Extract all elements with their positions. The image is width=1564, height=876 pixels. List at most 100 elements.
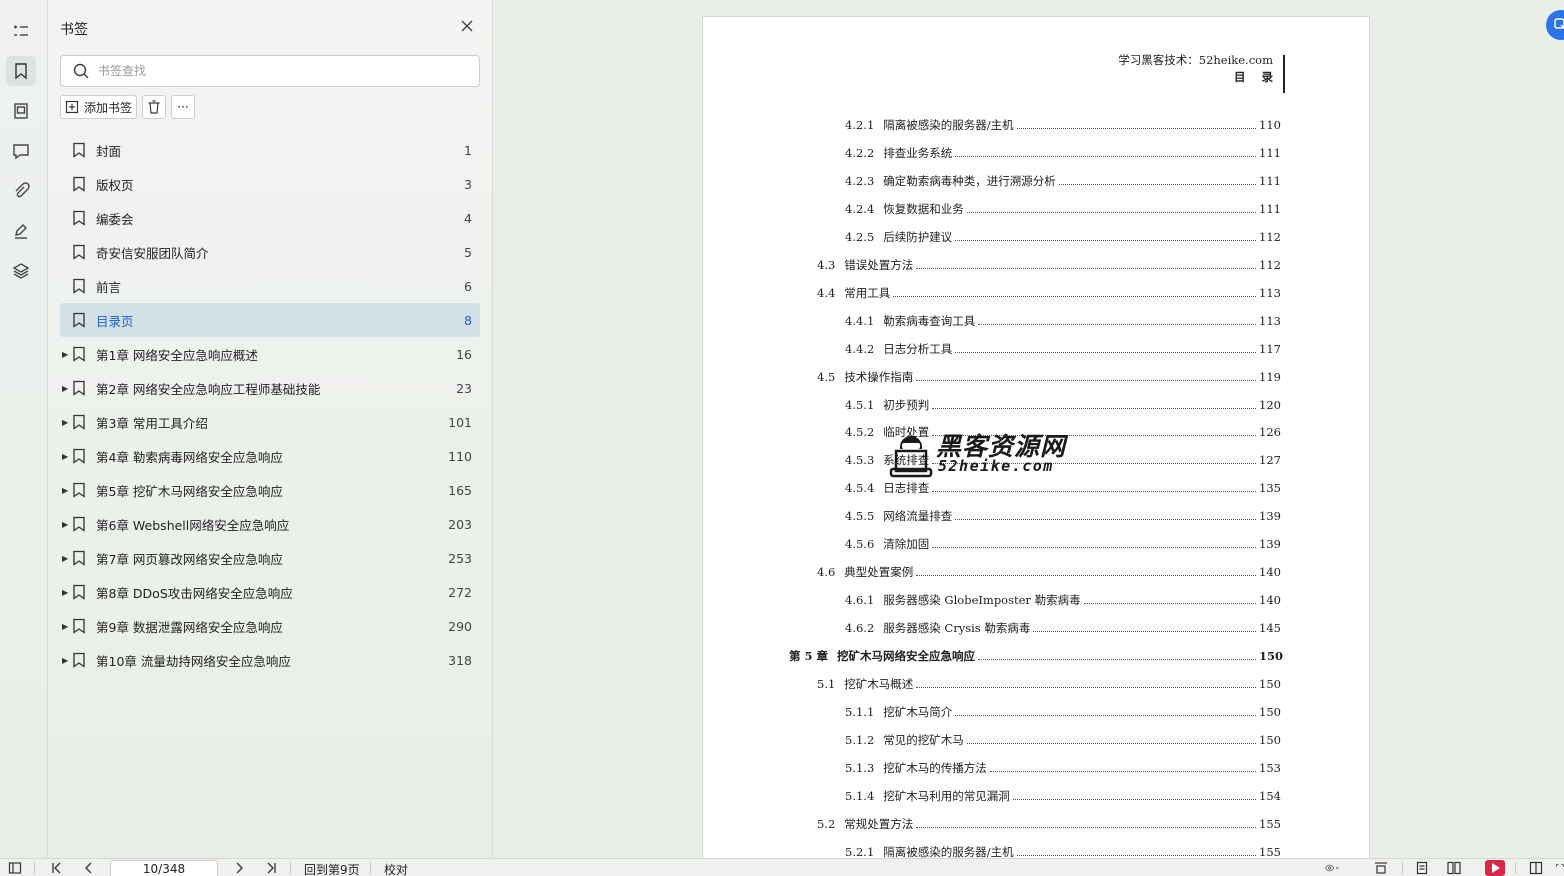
bookmark-icon bbox=[73, 516, 85, 532]
bookmark-item[interactable]: ▶ 第9章 数据泄露网络安全应急响应 290 bbox=[60, 609, 480, 643]
toc-entry[interactable]: 4.6.2 服务器感染 Crysis 勒索病毒 145 bbox=[845, 620, 1281, 636]
toc-leader-dots bbox=[916, 820, 1256, 828]
thumbnail-icon[interactable] bbox=[6, 96, 36, 126]
toc-entry[interactable]: 4.6 典型处置案例 140 bbox=[817, 564, 1281, 580]
attachment-icon[interactable] bbox=[6, 176, 36, 206]
toc-page: 150 bbox=[1259, 649, 1284, 664]
toc-entry[interactable]: 4.2.2 排查业务系统 111 bbox=[845, 145, 1281, 161]
toc-entry[interactable]: 4.5.5 网络流量排查 139 bbox=[845, 508, 1281, 524]
bookmark-label: 第2章 网络安全应急响应工程师基础技能 bbox=[96, 381, 321, 397]
bookmark-item[interactable]: 封面 1 bbox=[60, 133, 480, 167]
bookmark-item[interactable]: ▶ 第6章 Webshell网络安全应急响应 203 bbox=[60, 507, 480, 541]
toc-entry[interactable]: 4.3 错误处置方法 112 bbox=[817, 257, 1281, 273]
bookmark-item[interactable]: 版权页 3 bbox=[60, 167, 480, 201]
expand-arrow-icon[interactable]: ▶ bbox=[62, 554, 70, 563]
bookmark-item[interactable]: ▶ 第2章 网络安全应急响应工程师基础技能 23 bbox=[60, 371, 480, 405]
first-page-icon[interactable] bbox=[48, 860, 66, 876]
toc-entry[interactable]: 5.2 常规处置方法 155 bbox=[817, 816, 1281, 832]
toc-entry[interactable]: 4.2.3 确定勒索病毒种类，进行溯源分析 111 bbox=[845, 173, 1281, 189]
watermark-en: 52heike.com bbox=[938, 457, 1054, 475]
page-number-input[interactable] bbox=[110, 860, 218, 876]
expand-arrow-icon[interactable]: ▶ bbox=[62, 588, 70, 597]
toc-entry[interactable]: 5.1.2 常见的挖矿木马 150 bbox=[845, 732, 1281, 748]
bookmark-list: 封面 1 版权页 3 编委会 4 奇安信安服团队简介 5 前言 6 目录页 8 ▶ 第1章 网络安全应急响… bbox=[60, 133, 480, 677]
comment-icon[interactable] bbox=[6, 136, 36, 166]
bookmark-item[interactable]: ▶ 第5章 挖矿木马网络安全应急响应 165 bbox=[60, 473, 480, 507]
toc-entry[interactable]: 5.2.1 隔离被感染的服务器/主机 155 bbox=[845, 844, 1281, 858]
close-icon[interactable] bbox=[458, 17, 476, 35]
toc-entry[interactable]: 4.4.2 日志分析工具 117 bbox=[845, 341, 1281, 357]
double-page-icon[interactable] bbox=[1445, 860, 1463, 876]
bookmark-item[interactable]: ▶ 第3章 常用工具介绍 101 bbox=[60, 405, 480, 439]
toc-page: 155 bbox=[1259, 816, 1281, 831]
toc-entry[interactable]: 4.2.4 恢复数据和业务 111 bbox=[845, 201, 1281, 217]
toc-title: 错误处置方法 bbox=[844, 257, 914, 272]
bookmark-label: 第10章 流量劫持网络安全应急响应 bbox=[96, 653, 291, 669]
bookmark-item[interactable]: 奇安信安服团队简介 5 bbox=[60, 235, 480, 269]
toc-icon[interactable] bbox=[6, 16, 36, 46]
back-to-page-button[interactable]: 回到第9页 bbox=[304, 861, 360, 876]
bookmark-item[interactable]: 编委会 4 bbox=[60, 201, 480, 235]
toc-page: 139 bbox=[1259, 537, 1281, 552]
toc-number: 4.3 bbox=[817, 257, 836, 272]
toc-entry[interactable]: 4.2.5 后续防护建议 112 bbox=[845, 229, 1281, 245]
layers-icon[interactable] bbox=[6, 256, 36, 286]
toc-entry[interactable]: 4.4.1 勒索病毒查询工具 113 bbox=[845, 313, 1281, 329]
toc-leader-dots bbox=[955, 149, 1256, 157]
expand-arrow-icon[interactable]: ▶ bbox=[62, 520, 70, 529]
expand-arrow-icon[interactable]: ▶ bbox=[62, 622, 70, 631]
more-options-button[interactable]: ··· bbox=[171, 95, 195, 119]
add-bookmark-button[interactable]: 添加书签 bbox=[60, 95, 137, 119]
toc-title: 后续防护建议 bbox=[883, 229, 953, 244]
sidebar-toggle-icon[interactable] bbox=[6, 860, 24, 876]
proofread-button[interactable]: 校对 bbox=[384, 861, 408, 876]
toc-entry[interactable]: 5.1.4 挖矿木马利用的常见漏洞 154 bbox=[845, 788, 1281, 804]
last-page-icon[interactable] bbox=[262, 860, 280, 876]
toc-entry[interactable]: 4.6.1 服务器感染 GlobeImposter 勒索病毒 140 bbox=[845, 592, 1281, 608]
toc-number: 4.2.3 bbox=[845, 173, 875, 188]
bookmark-item[interactable]: 前言 6 bbox=[60, 269, 480, 303]
fullscreen-icon[interactable] bbox=[1556, 860, 1564, 876]
bookmark-page-number: 101 bbox=[448, 414, 472, 430]
bookmark-item[interactable]: ▶ 第7章 网页篡改网络安全应急响应 253 bbox=[60, 541, 480, 575]
toc-entry[interactable]: 第 5 章挖矿木马网络安全应急响应 150 bbox=[789, 648, 1284, 664]
expand-arrow-icon[interactable]: ▶ bbox=[62, 384, 70, 393]
bookmark-item[interactable]: 目录页 8 bbox=[60, 303, 480, 337]
expand-arrow-icon[interactable]: ▶ bbox=[62, 486, 70, 495]
divider bbox=[34, 862, 35, 874]
single-page-icon[interactable] bbox=[1413, 860, 1431, 876]
toc-leader-dots bbox=[966, 736, 1256, 744]
toc-entry[interactable]: 4.5.1 初步预判 120 bbox=[845, 397, 1281, 413]
toc-page: 111 bbox=[1259, 145, 1281, 160]
expand-arrow-icon[interactable]: ▶ bbox=[62, 656, 70, 665]
bookmark-icon bbox=[73, 312, 85, 328]
expand-arrow-icon[interactable]: ▶ bbox=[62, 452, 70, 461]
delete-bookmark-button[interactable] bbox=[142, 95, 166, 119]
bookmark-item[interactable]: ▶ 第10章 流量劫持网络安全应急响应 318 bbox=[60, 643, 480, 677]
toc-entry[interactable]: 4.4 常用工具 113 bbox=[817, 285, 1281, 301]
toc-number: 4.5.5 bbox=[845, 509, 875, 524]
next-page-icon[interactable] bbox=[230, 860, 248, 876]
expand-arrow-icon[interactable]: ▶ bbox=[62, 418, 70, 427]
toc-entry[interactable]: 4.5.6 清除加固 139 bbox=[845, 536, 1281, 552]
bookmark-item[interactable]: ▶ 第1章 网络安全应急响应概述 16 bbox=[60, 337, 480, 371]
document-view[interactable]: 学习黑客技术：52heike.com 目 录 4.2.1 隔离被感染的服务器/主机… bbox=[493, 0, 1564, 858]
bookmark-item[interactable]: ▶ 第8章 DDoS攻击网络安全应急响应 272 bbox=[60, 575, 480, 609]
toc-entry[interactable]: 4.5.4 日志排查 135 bbox=[845, 480, 1281, 496]
fit-width-icon[interactable] bbox=[1372, 860, 1390, 876]
bookmark-icon[interactable] bbox=[6, 56, 36, 86]
bookmark-search-input[interactable] bbox=[98, 64, 458, 78]
toc-entry[interactable]: 5.1.3 挖矿木马的传播方法 153 bbox=[845, 760, 1281, 776]
toc-entry[interactable]: 5.1.1 挖矿木马简介 150 bbox=[845, 704, 1281, 720]
previous-page-icon[interactable] bbox=[80, 860, 98, 876]
eye-mode-icon[interactable] bbox=[1316, 860, 1348, 876]
bookmark-icon bbox=[73, 346, 85, 362]
toc-entry[interactable]: 4.5 技术操作指南 119 bbox=[817, 369, 1281, 385]
expand-arrow-icon[interactable]: ▶ bbox=[62, 350, 70, 359]
signature-icon[interactable] bbox=[6, 216, 36, 246]
toc-entry[interactable]: 5.1 挖矿木马概述 150 bbox=[817, 676, 1281, 692]
reading-mode-icon[interactable] bbox=[1527, 860, 1545, 876]
play-icon[interactable] bbox=[1485, 860, 1505, 876]
bookmark-item[interactable]: ▶ 第4章 勒索病毒网络安全应急响应 110 bbox=[60, 439, 480, 473]
toc-entry[interactable]: 4.2.1 隔离被感染的服务器/主机 110 bbox=[845, 117, 1281, 133]
